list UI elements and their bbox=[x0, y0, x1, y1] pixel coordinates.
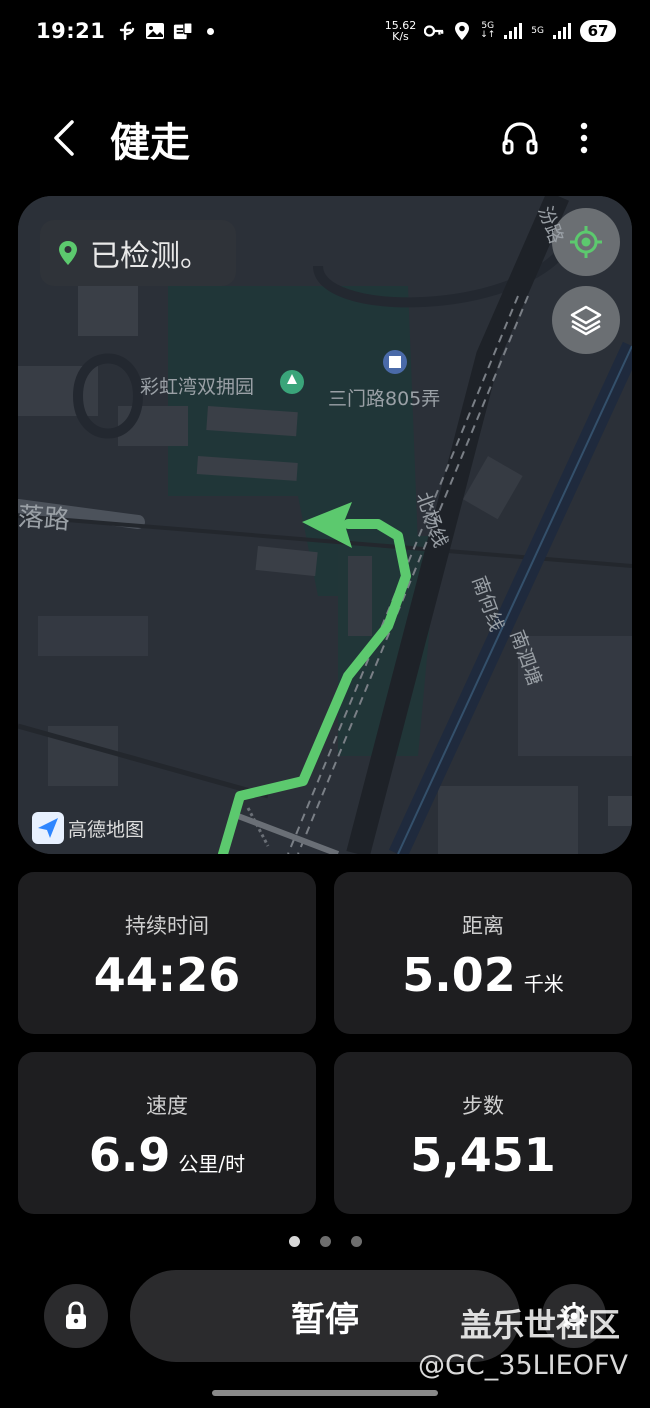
chevron-left-icon bbox=[54, 120, 74, 156]
net-speed-unit: K/s bbox=[392, 30, 409, 43]
status-notification-icons bbox=[117, 21, 215, 41]
layers-icon bbox=[570, 305, 602, 336]
signal-bars-2-icon bbox=[552, 21, 572, 41]
duration-value-row: 44:26 bbox=[94, 948, 240, 1002]
lock-button[interactable] bbox=[44, 1284, 108, 1348]
network-speed: 15.62 K/s bbox=[385, 20, 417, 42]
page-dot-3[interactable] bbox=[350, 1236, 362, 1247]
location-pin-icon bbox=[59, 241, 77, 265]
watermark-title: 盖乐世社区 bbox=[460, 1306, 621, 1344]
gallery-icon bbox=[145, 21, 165, 41]
map-label-road-left: 落路 bbox=[18, 502, 71, 536]
app-header: 健走 bbox=[0, 92, 650, 182]
map-label-park: 彩虹湾双拥园 bbox=[140, 376, 255, 398]
stat-card-duration: 持续时间 44:26 bbox=[18, 872, 316, 1034]
more-vertical-icon bbox=[580, 122, 588, 154]
status-bar: 19:21 15.62 K/s 5G ↓↑ 5G 67 bbox=[0, 0, 650, 62]
status-system-icons: 15.62 K/s 5G ↓↑ 5G 67 bbox=[385, 20, 616, 42]
signal-2-label: 5G bbox=[531, 25, 544, 36]
data-arrows-icon: ↓↑ bbox=[480, 30, 496, 40]
speed-value-row: 6.9 公里/时 bbox=[89, 1128, 245, 1182]
crosshair-icon bbox=[570, 226, 602, 258]
signal-5g-1: 5G ↓↑ bbox=[480, 22, 495, 40]
signal-5g-2: 5G bbox=[531, 25, 544, 36]
page-dot-2[interactable] bbox=[319, 1236, 331, 1247]
home-indicator[interactable] bbox=[212, 1390, 438, 1396]
distance-value: 5.02 bbox=[402, 948, 516, 1002]
steps-label: 步数 bbox=[462, 1094, 504, 1118]
map-label-lane: 三门路805弄 bbox=[328, 388, 441, 410]
speed-unit: 公里/时 bbox=[178, 1152, 246, 1176]
route-map[interactable]: 已检测。 彩虹湾双拥园 三门路805弄 落路 北杨线 南何线 南泗塘 汾路 高德… bbox=[18, 196, 632, 854]
duration-label: 持续时间 bbox=[125, 914, 209, 938]
key-icon bbox=[424, 21, 444, 41]
stat-card-distance: 距离 5.02 千米 bbox=[334, 872, 632, 1034]
more-notifications-dot bbox=[207, 27, 215, 35]
watermark-user: @GC_35LIEOFV bbox=[418, 1350, 628, 1381]
steps-value: 5,451 bbox=[410, 1128, 556, 1182]
page-title: 健走 bbox=[110, 120, 190, 166]
page-dot-1[interactable] bbox=[288, 1236, 300, 1247]
stat-card-speed: 速度 6.9 公里/时 bbox=[18, 1052, 316, 1214]
map-provider-text: 高德地图 bbox=[68, 818, 145, 841]
map-layers-button[interactable] bbox=[552, 286, 620, 354]
clipboard-icon bbox=[173, 21, 194, 41]
audio-guide-button[interactable] bbox=[498, 118, 542, 158]
speed-value: 6.9 bbox=[88, 1128, 171, 1182]
duration-value: 44:26 bbox=[93, 948, 241, 1002]
amap-logo-icon bbox=[32, 812, 64, 844]
steps-value-row: 5,451 bbox=[410, 1128, 556, 1182]
more-options-button[interactable] bbox=[568, 116, 600, 160]
speed-label: 速度 bbox=[146, 1094, 188, 1118]
status-time: 19:21 bbox=[36, 19, 106, 43]
page-indicator bbox=[0, 1236, 650, 1247]
stat-card-steps: 步数 5,451 bbox=[334, 1052, 632, 1214]
map-provider-logo: 高德地图 bbox=[32, 812, 144, 844]
back-button[interactable] bbox=[44, 116, 84, 160]
battery-indicator: 67 bbox=[580, 20, 616, 42]
app-notification-icon bbox=[117, 21, 137, 41]
lock-icon bbox=[66, 1301, 86, 1329]
distance-unit: 千米 bbox=[523, 972, 564, 996]
gps-status-pill: 已检测。 bbox=[40, 220, 236, 286]
gps-status-text: 已检测。 bbox=[90, 239, 210, 274]
distance-label: 距离 bbox=[462, 914, 504, 938]
location-icon bbox=[452, 21, 472, 41]
headphones-icon bbox=[502, 122, 538, 155]
signal-bars-icon bbox=[503, 21, 523, 41]
distance-value-row: 5.02 千米 bbox=[402, 948, 564, 1002]
map-background bbox=[18, 196, 632, 854]
